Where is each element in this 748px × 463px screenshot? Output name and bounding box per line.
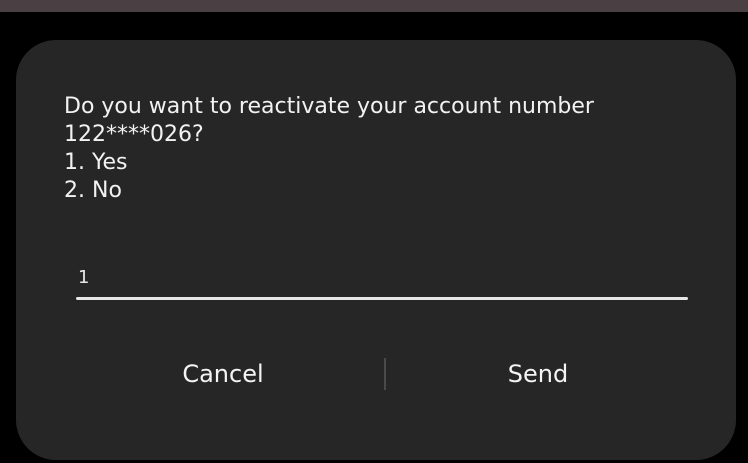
cancel-button[interactable]: Cancel — [128, 352, 318, 396]
ussd-dialog: Do you want to reactivate your account n… — [16, 40, 736, 460]
input-underline — [76, 297, 688, 300]
message-line: 122****026? — [64, 122, 204, 147]
option-no: 2. No — [64, 178, 122, 203]
reply-input-container — [76, 258, 688, 300]
status-bar — [0, 0, 748, 12]
button-divider — [384, 358, 386, 390]
dialog-actions: Cancel Send — [16, 352, 736, 396]
dialog-message: Do you want to reactivate your account n… — [64, 93, 704, 205]
option-yes: 1. Yes — [64, 150, 128, 175]
send-button[interactable]: Send — [443, 352, 633, 396]
reply-input[interactable] — [76, 258, 688, 296]
message-line: Do you want to reactivate your account n… — [64, 94, 594, 119]
